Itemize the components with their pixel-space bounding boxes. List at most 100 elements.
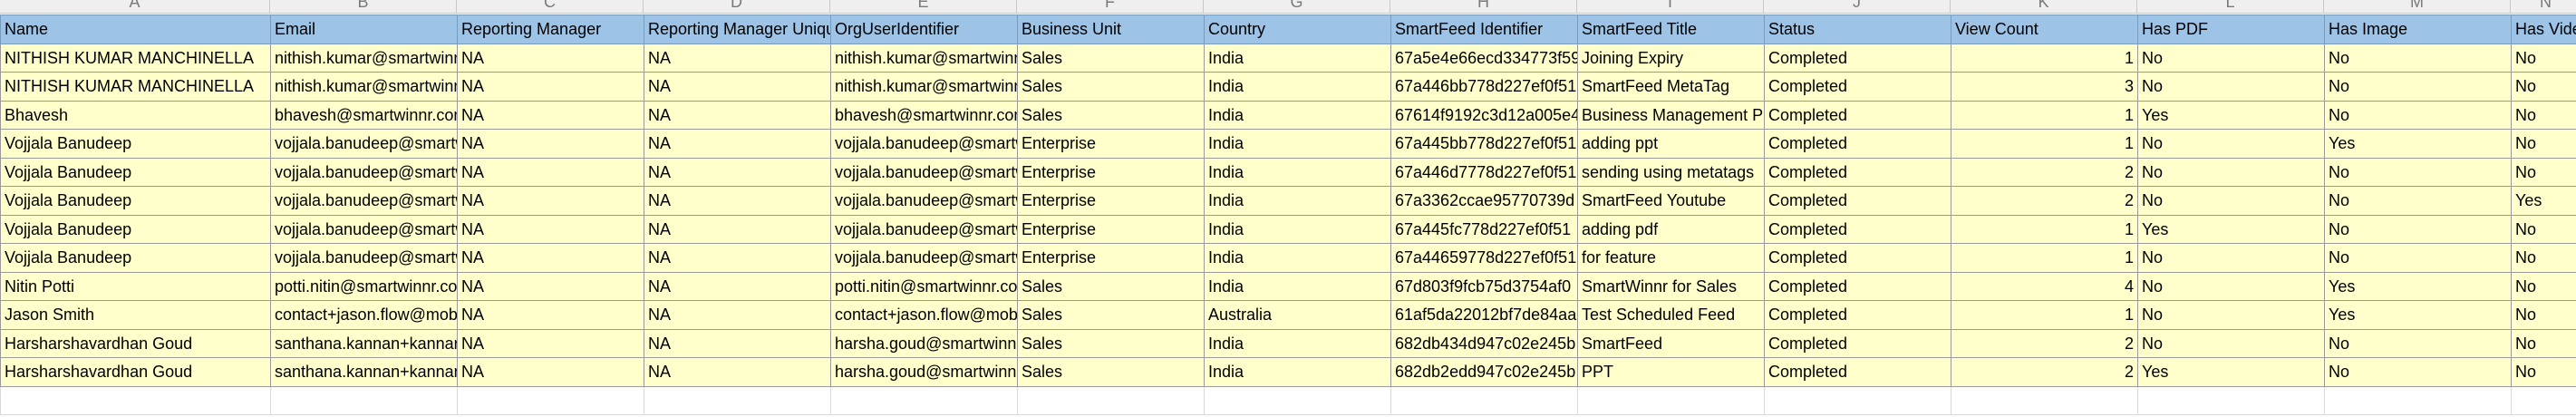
table-cell[interactable]: Completed (1764, 157, 1951, 187)
table-cell[interactable]: No (2511, 43, 2576, 73)
table-cell[interactable]: Completed (1764, 214, 1951, 244)
column-header-cell[interactable]: SmartFeed Title (1577, 15, 1765, 44)
table-cell[interactable]: No (2137, 300, 2325, 330)
table-cell[interactable]: 67a446d7778d227ef0f51 (1390, 157, 1578, 187)
table-cell[interactable]: for feature (1577, 243, 1765, 273)
column-letter[interactable]: H (1390, 0, 1577, 13)
column-letter[interactable]: C (457, 0, 644, 13)
table-cell[interactable]: Completed (1764, 186, 1951, 216)
table-cell[interactable]: 682db434d947c02e245b (1390, 328, 1578, 358)
table-cell[interactable]: Test Scheduled Feed (1577, 300, 1765, 330)
table-cell[interactable]: No (2324, 43, 2512, 73)
table-cell[interactable]: bhavesh@smartwinnr.com (830, 100, 1018, 130)
table-cell[interactable]: NA (644, 186, 831, 216)
table-cell[interactable]: Vojjala Banudeep (0, 214, 271, 244)
table-cell[interactable]: Sales (1017, 300, 1205, 330)
table-cell[interactable]: Completed (1764, 357, 1951, 387)
table-cell[interactable]: adding ppt (1577, 129, 1765, 159)
column-header-cell[interactable]: SmartFeed Identifier (1390, 15, 1578, 44)
column-letter[interactable]: K (1951, 0, 2137, 13)
table-cell[interactable]: No (2511, 72, 2576, 102)
table-cell[interactable]: harsha.goud@smartwinnr.com (830, 328, 1018, 358)
table-cell[interactable]: NA (644, 72, 831, 102)
table-cell[interactable]: vojjala.banudeep@smartwinnr.com (270, 186, 458, 216)
table-cell[interactable]: 67a445bb778d227ef0f51 (1390, 129, 1578, 159)
table-cell[interactable]: Sales (1017, 100, 1205, 130)
table-cell[interactable]: No (2324, 357, 2512, 387)
table-cell[interactable]: vojjala.banudeep@smartwinnr.com (830, 243, 1018, 273)
column-letter[interactable]: L (2137, 0, 2324, 13)
table-cell[interactable]: 67a445fc778d227ef0f51 (1390, 214, 1578, 244)
table-cell[interactable]: Yes (2137, 214, 2325, 244)
table-cell[interactable]: NA (644, 271, 831, 301)
table-cell[interactable]: Nitin Potti (0, 271, 271, 301)
table-cell[interactable]: India (1204, 43, 1391, 73)
table-cell[interactable]: 3 (1951, 72, 2138, 102)
table-cell[interactable]: santhana.kannan+kannan@smartwinnr.com (270, 357, 458, 387)
table-cell[interactable]: Enterprise (1017, 157, 1205, 187)
column-header-cell[interactable]: Reporting Manager Unique (644, 15, 831, 44)
table-cell[interactable]: nithish.kumar@smartwinnr.com (830, 72, 1018, 102)
empty-cell[interactable] (270, 385, 458, 415)
table-cell[interactable]: No (2511, 328, 2576, 358)
table-cell[interactable]: Joining Expiry (1577, 43, 1765, 73)
table-cell[interactable]: 682db2edd947c02e245b (1390, 357, 1578, 387)
table-cell[interactable]: India (1204, 214, 1391, 244)
table-cell[interactable]: No (2324, 186, 2512, 216)
table-cell[interactable]: India (1204, 72, 1391, 102)
table-cell[interactable]: vojjala.banudeep@smartwinnr.com (270, 243, 458, 273)
table-cell[interactable]: NA (457, 243, 644, 273)
table-cell[interactable]: NA (457, 271, 644, 301)
table-cell[interactable]: Sales (1017, 72, 1205, 102)
table-cell[interactable]: NA (644, 214, 831, 244)
table-cell[interactable]: No (2511, 357, 2576, 387)
table-cell[interactable]: No (2137, 157, 2325, 187)
table-cell[interactable]: 1 (1951, 100, 2138, 130)
table-cell[interactable]: 2 (1951, 328, 2138, 358)
table-cell[interactable]: contact+jason.flow@mobile.com (830, 300, 1018, 330)
column-header-cell[interactable]: Country (1204, 15, 1391, 44)
column-header-cell[interactable]: View Count (1951, 15, 2138, 44)
column-letter[interactable]: N (2511, 0, 2576, 13)
table-cell[interactable]: 2 (1951, 357, 2138, 387)
table-cell[interactable]: NA (457, 328, 644, 358)
table-cell[interactable]: NA (644, 357, 831, 387)
table-cell[interactable]: NA (644, 243, 831, 273)
column-header-cell[interactable]: Has PDF (2137, 15, 2325, 44)
table-cell[interactable]: Vojjala Banudeep (0, 129, 271, 159)
table-cell[interactable]: Harsharshavardhan Goud (0, 357, 271, 387)
table-cell[interactable]: India (1204, 357, 1391, 387)
table-cell[interactable]: NA (457, 100, 644, 130)
table-cell[interactable]: NA (644, 100, 831, 130)
table-cell[interactable]: Sales (1017, 357, 1205, 387)
empty-cell[interactable] (1764, 385, 1951, 415)
table-cell[interactable]: Vojjala Banudeep (0, 157, 271, 187)
table-cell[interactable]: No (2137, 328, 2325, 358)
table-cell[interactable]: 1 (1951, 43, 2138, 73)
table-cell[interactable]: Yes (2511, 186, 2576, 216)
column-header-cell[interactable]: Email (270, 15, 458, 44)
table-cell[interactable]: 1 (1951, 300, 2138, 330)
table-cell[interactable]: Completed (1764, 43, 1951, 73)
table-cell[interactable]: santhana.kannan+kannan@smartwinnr.com (270, 328, 458, 358)
table-cell[interactable]: India (1204, 328, 1391, 358)
table-cell[interactable]: No (2511, 100, 2576, 130)
table-cell[interactable]: vojjala.banudeep@smartwinnr.com (830, 186, 1018, 216)
empty-cell[interactable] (1390, 385, 1578, 415)
table-cell[interactable]: No (2324, 243, 2512, 273)
table-cell[interactable]: 1 (1951, 243, 2138, 273)
table-cell[interactable]: Bhavesh (0, 100, 271, 130)
table-cell[interactable]: NA (457, 43, 644, 73)
table-cell[interactable]: Vojjala Banudeep (0, 243, 271, 273)
table-cell[interactable]: Yes (2324, 271, 2512, 301)
column-letter[interactable]: A (0, 0, 270, 13)
table-cell[interactable]: NA (644, 43, 831, 73)
table-cell[interactable]: Sales (1017, 271, 1205, 301)
column-header-cell[interactable]: OrgUserIdentifier (830, 15, 1018, 44)
table-cell[interactable]: NA (457, 357, 644, 387)
table-cell[interactable]: No (2324, 157, 2512, 187)
table-cell[interactable]: NA (457, 157, 644, 187)
table-cell[interactable]: Enterprise (1017, 243, 1205, 273)
table-cell[interactable]: NA (644, 129, 831, 159)
table-cell[interactable]: No (2324, 100, 2512, 130)
